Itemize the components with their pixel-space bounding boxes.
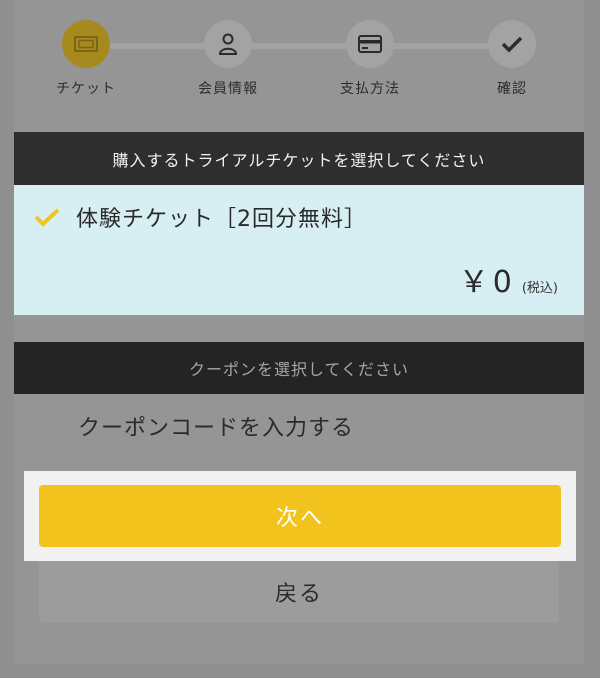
- step-circle-confirm: [488, 20, 536, 68]
- ticket-option-card[interactable]: 体験チケット［2回分無料］ ￥ 0 (税込): [14, 185, 584, 315]
- back-button[interactable]: 戻る: [39, 561, 559, 623]
- step-label-member-info: 会員情報: [198, 81, 258, 97]
- step-label-ticket: チケット: [56, 81, 116, 97]
- ticket-section-header: 購入するトライアルチケットを選択してください: [14, 132, 584, 185]
- tax-note: (税込): [521, 281, 558, 296]
- next-button-highlight: 次へ: [24, 471, 576, 561]
- stepper-line: [86, 43, 512, 49]
- step-member-info: 会員情報: [178, 20, 278, 98]
- step-confirm: 確認: [462, 20, 562, 98]
- ticket-price: ￥ 0 (税込): [459, 257, 558, 301]
- next-button[interactable]: 次へ: [39, 485, 561, 547]
- enter-coupon-code-link[interactable]: クーポンコードを入力する: [78, 410, 354, 442]
- user-icon: [218, 33, 238, 55]
- step-ticket: チケット: [36, 20, 136, 98]
- selected-check-icon: [34, 208, 60, 227]
- step-circle-ticket: [62, 20, 110, 68]
- ticket-icon: [74, 36, 98, 52]
- step-label-confirm: 確認: [497, 81, 527, 97]
- step-label-payment: 支払方法: [340, 81, 400, 97]
- coupon-section-header: クーポンを選択してください: [14, 342, 584, 394]
- currency-symbol: ￥: [458, 265, 489, 300]
- progress-stepper: チケット 会員情報 支払方法 確認: [0, 0, 600, 110]
- price-value: 0: [492, 265, 512, 300]
- step-payment: 支払方法: [320, 20, 420, 98]
- check-icon: [501, 36, 523, 53]
- credit-card-icon: [358, 35, 382, 53]
- step-circle-payment: [346, 20, 394, 68]
- ticket-name: 体験チケット［2回分無料］: [76, 207, 367, 232]
- step-circle-member-info: [204, 20, 252, 68]
